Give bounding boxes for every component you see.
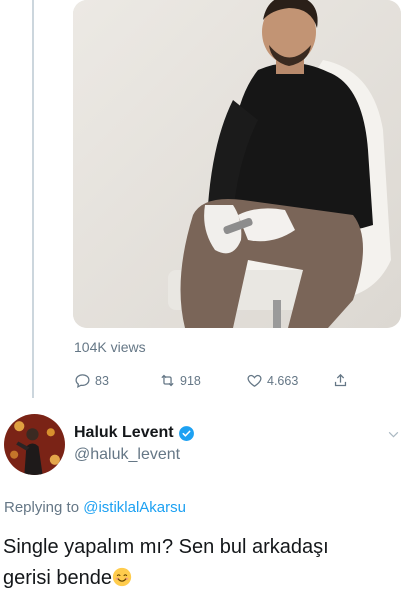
like-count: 4.663	[267, 373, 299, 388]
verified-badge-icon	[178, 425, 194, 441]
avatar[interactable]	[4, 414, 65, 475]
chevron-down-icon[interactable]	[387, 428, 400, 441]
share-icon	[334, 373, 347, 387]
reply-action[interactable]: 83	[74, 372, 109, 389]
author-handle[interactable]: @haluk_levent	[74, 446, 180, 464]
author-name-row[interactable]: Haluk Levent	[74, 424, 195, 442]
avatar-photo	[4, 414, 65, 475]
thread-connector-line	[32, 0, 34, 398]
tweet-text-line-1: Single yapalım mı? Sen bul arkadaşı	[3, 536, 329, 558]
mention-link[interactable]: @istiklalAkarsu	[83, 499, 186, 516]
reply-count: 83	[95, 373, 109, 388]
tweet-text-line-2-wrap: gerisi bende	[3, 563, 399, 594]
retweet-action[interactable]: 918	[159, 372, 201, 389]
smiling-face-icon	[112, 567, 132, 587]
replying-to-line: Replying to @istiklalAkarsu	[4, 499, 186, 516]
video-thumbnail[interactable]	[73, 0, 401, 328]
share-action[interactable]	[332, 372, 349, 389]
replying-label: Replying to	[4, 499, 80, 516]
heart-icon	[247, 374, 262, 387]
tweet-text: Single yapalım mı? Sen bul arkadaşı geri…	[3, 532, 399, 594]
tweet-action-bar: 83 918 4.663	[74, 372, 364, 392]
video-frame-illustration	[73, 0, 401, 328]
like-action[interactable]: 4.663	[246, 372, 298, 389]
retweet-icon	[161, 374, 174, 387]
retweet-count: 918	[180, 373, 201, 388]
reply-icon	[75, 374, 90, 389]
tweet-text-line-2: gerisi bende	[3, 567, 112, 589]
display-name[interactable]: Haluk Levent	[74, 424, 174, 442]
views-count: 104K views	[74, 339, 146, 355]
